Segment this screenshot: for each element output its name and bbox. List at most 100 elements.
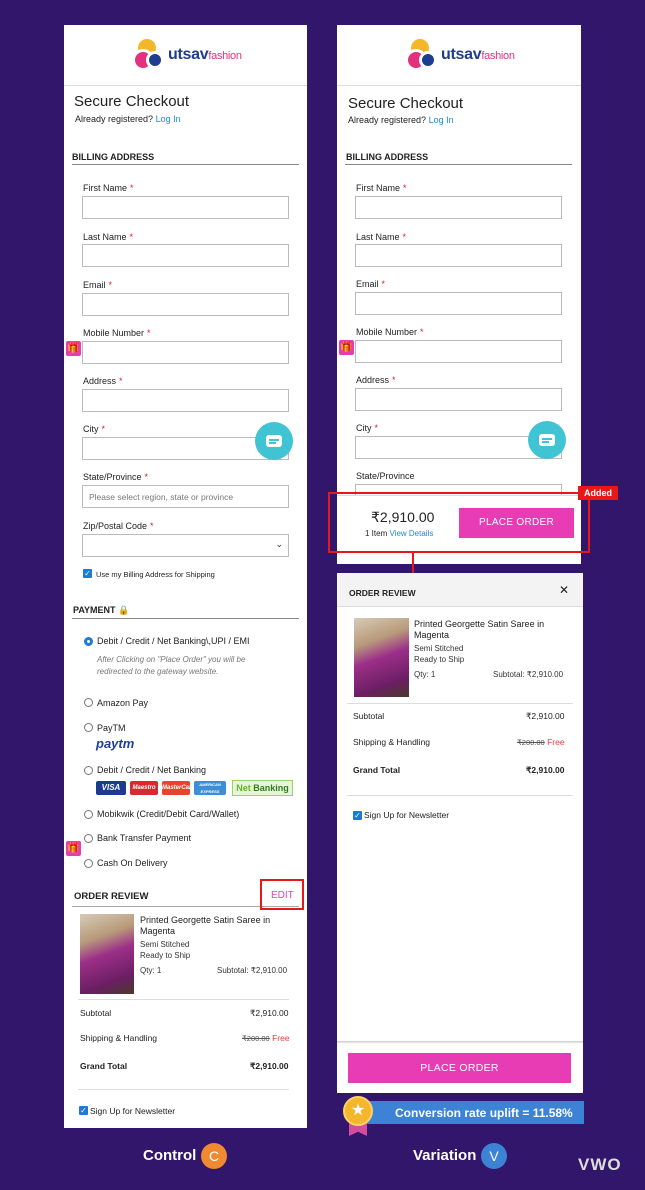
- email-label: Email *: [356, 279, 386, 289]
- chat-button[interactable]: [255, 422, 293, 460]
- product-qty: Qty: 1: [140, 966, 162, 975]
- control-screen: utsavfashion Secure Checkout Already reg…: [64, 25, 307, 1128]
- first-name-label: First Name *: [83, 183, 134, 193]
- email-label: Email *: [83, 280, 113, 290]
- address-field[interactable]: [82, 389, 289, 412]
- first-name-field[interactable]: [82, 196, 289, 219]
- logo-icon: [405, 39, 441, 71]
- payment-option-cod[interactable]: [84, 859, 93, 868]
- grand-total-label: Grand Total: [353, 765, 401, 775]
- chat-icon: [539, 434, 555, 446]
- variation-screen: utsavfashion Secure Checkout Already reg…: [337, 25, 581, 564]
- use-billing-label: Use my Billing Address for Shipping: [96, 570, 215, 579]
- visa-icon: VISA: [96, 781, 126, 795]
- paytm-logo: paytm: [96, 736, 135, 751]
- close-icon[interactable]: ✕: [559, 583, 569, 597]
- state-label: State/Province *: [83, 472, 149, 482]
- product-subtotal: Subtotal: ₹2,910.00: [217, 966, 288, 975]
- gift-icon[interactable]: 🎁: [66, 841, 81, 856]
- order-review-title: ORDER REVIEW: [349, 588, 416, 598]
- last-name-label: Last Name *: [83, 232, 134, 242]
- email-field[interactable]: [82, 293, 289, 316]
- product-image: [354, 618, 409, 697]
- product-ship: Ready to Ship: [140, 951, 191, 960]
- chat-button[interactable]: [528, 421, 566, 459]
- product-name: Printed Georgette Satin Saree in Magenta: [140, 915, 271, 936]
- payment-option-cards[interactable]: [84, 766, 93, 775]
- payment-note: After Clicking on "Place Order" you will…: [97, 655, 246, 676]
- payment-option-label: Amazon Pay: [97, 698, 149, 708]
- lock-icon: 🔒: [118, 605, 130, 615]
- mobile-field[interactable]: [82, 341, 289, 364]
- last-name-field[interactable]: [355, 244, 562, 267]
- city-label: City *: [356, 423, 379, 433]
- payment-option-label: PayTM: [97, 723, 126, 733]
- added-badge: Added: [578, 486, 618, 500]
- brand-logo: utsavfashion: [405, 39, 515, 71]
- chat-icon: [266, 435, 282, 447]
- netbanking-icon: Net Banking: [232, 780, 293, 796]
- use-billing-checkbox[interactable]: ✓: [83, 569, 92, 578]
- shipping-value: ₹200.00 Free: [517, 737, 565, 747]
- payment-option-label: Debit / Credit / Net Banking: [97, 765, 207, 775]
- newsletter-label: Sign Up for Newsletter: [364, 810, 450, 820]
- product-stitch: Semi Stitched: [414, 644, 464, 653]
- zip-select[interactable]: ⌄: [82, 534, 289, 557]
- gift-icon[interactable]: 🎁: [339, 340, 354, 355]
- first-name-field[interactable]: [355, 196, 562, 219]
- address-label: Address *: [83, 376, 123, 386]
- payment-option-paytm[interactable]: [84, 723, 93, 732]
- login-prompt: Already registered? Log In: [75, 114, 181, 124]
- arrow-line: [412, 553, 414, 575]
- mobile-field[interactable]: [355, 340, 562, 363]
- newsletter-checkbox[interactable]: ✓: [79, 1106, 88, 1115]
- first-name-label: First Name *: [356, 183, 407, 193]
- edit-highlight: [260, 879, 304, 910]
- payment-option-mobikwik[interactable]: [84, 810, 93, 819]
- subtotal-value: ₹2,910.00: [250, 1008, 289, 1018]
- shipping-label: Shipping & Handling: [80, 1033, 158, 1043]
- grand-total-value: ₹2,910.00: [526, 765, 565, 775]
- subtotal-value: ₹2,910.00: [526, 711, 565, 721]
- shipping-label: Shipping & Handling: [353, 737, 431, 747]
- variation-order-sheet: ORDER REVIEW ✕ Printed Georgette Satin S…: [337, 573, 583, 1093]
- uplift-banner: Conversion rate uplift = 11.58%: [355, 1101, 584, 1124]
- last-name-field[interactable]: [82, 244, 289, 267]
- payment-option-upi[interactable]: [84, 637, 93, 646]
- payment-option-label: Cash On Delivery: [97, 858, 168, 868]
- product-stitch: Semi Stitched: [140, 940, 190, 949]
- address-field[interactable]: [355, 388, 562, 411]
- page-title: Secure Checkout: [348, 95, 464, 112]
- star-medal-icon: ★: [343, 1096, 373, 1126]
- product-ship: Ready to Ship: [414, 655, 465, 664]
- state-field[interactable]: Please select region, state or province: [82, 485, 289, 508]
- payment-title: PAYMENT 🔒: [73, 605, 130, 615]
- logo-icon: [132, 39, 168, 71]
- order-review-title: ORDER REVIEW: [74, 891, 149, 902]
- login-link[interactable]: Log In: [156, 114, 181, 124]
- subtotal-label: Subtotal: [353, 711, 385, 721]
- mastercard-icon: MasterCard: [162, 781, 195, 795]
- grand-total-label: Grand Total: [80, 1061, 128, 1071]
- bottom-place-order-button[interactable]: PLACE ORDER: [348, 1053, 571, 1083]
- zip-label: Zip/Postal Code *: [83, 521, 154, 531]
- control-label: Control: [143, 1147, 197, 1164]
- grand-total-value: ₹2,910.00: [250, 1061, 289, 1071]
- amex-icon: AMERICAN EXPRESS: [194, 781, 226, 795]
- gift-icon[interactable]: 🎁: [66, 341, 81, 356]
- page-title: Secure Checkout: [74, 93, 190, 110]
- city-label: City *: [83, 424, 106, 434]
- last-name-label: Last Name *: [356, 232, 407, 242]
- shipping-value: ₹200.00 Free: [242, 1033, 290, 1043]
- email-field[interactable]: [355, 292, 562, 315]
- added-highlight: [328, 492, 590, 553]
- payment-option-bank-transfer[interactable]: [84, 834, 93, 843]
- newsletter-checkbox[interactable]: ✓: [353, 811, 362, 820]
- product-subtotal: Subtotal: ₹2,910.00: [493, 670, 564, 679]
- mobile-label: Mobile Number *: [83, 328, 151, 338]
- payment-option-label: Mobikwik (Credit/Debit Card/Wallet): [97, 809, 240, 819]
- payment-option-amazon[interactable]: [84, 698, 93, 707]
- chevron-down-icon: ⌄: [275, 539, 283, 549]
- billing-title: BILLING ADDRESS: [72, 152, 155, 162]
- login-link[interactable]: Log In: [429, 115, 454, 125]
